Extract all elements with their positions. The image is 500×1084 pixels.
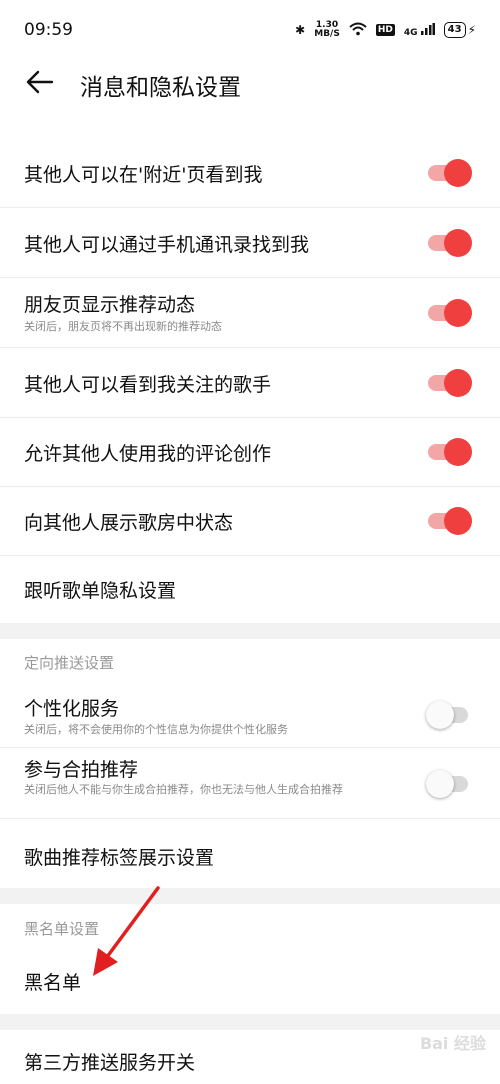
wifi-icon bbox=[349, 22, 367, 39]
setting-label: 第三方推送服务开关 bbox=[24, 1052, 196, 1074]
setting-sublabel: 关闭后他人不能与你生成合拍推荐，你也无法与他人生成合拍推荐 bbox=[24, 783, 343, 796]
toggle-switch-off[interactable] bbox=[426, 770, 472, 798]
setting-label: 黑名单 bbox=[24, 972, 82, 994]
battery-icon: 43 ⚡ bbox=[443, 22, 476, 38]
network-speed: 1.30 MB/S bbox=[314, 20, 340, 39]
setting-label: 个性化服务 bbox=[24, 698, 120, 720]
status-bar: 09:59 ✱ 1.30 MB/S HD 4G 43 ⚡ bbox=[0, 0, 500, 60]
setting-label: 跟听歌单隐私设置 bbox=[24, 580, 177, 602]
setting-row-friend-feed[interactable]: 朋友页显示推荐动态 关闭后，朋友页将不再出现新的推荐动态 bbox=[0, 278, 500, 348]
setting-sublabel: 关闭后，将不会使用你的个性信息为你提供个性化服务 bbox=[24, 723, 288, 736]
charging-icon: ⚡ bbox=[467, 23, 476, 37]
hd-icon: HD bbox=[375, 24, 395, 36]
scrolled-section-label bbox=[24, 104, 119, 118]
section-divider bbox=[0, 888, 500, 904]
setting-row-playlist-privacy[interactable]: 跟听歌单隐私设置 bbox=[0, 556, 500, 624]
toggle-switch-on[interactable] bbox=[428, 159, 472, 187]
setting-sublabel: 关闭后，朋友页将不再出现新的推荐动态 bbox=[24, 320, 222, 333]
setting-label: 其他人可以通过手机通讯录找到我 bbox=[24, 234, 310, 256]
toggle-switch-on[interactable] bbox=[428, 369, 472, 397]
app-bar: 消息和隐私设置 bbox=[0, 60, 500, 108]
privacy-settings-list: 其他人可以在'附近'页看到我 其他人可以通过手机通讯录找到我 朋友页显示推荐动态… bbox=[0, 138, 500, 624]
section-header-push: 定向推送设置 bbox=[24, 654, 115, 672]
divider bbox=[0, 818, 500, 819]
watermark: Bai 经验 bbox=[419, 1034, 486, 1053]
setting-label: 参与合拍推荐 bbox=[24, 759, 139, 781]
status-icons: ✱ 1.30 MB/S HD 4G 43 ⚡ bbox=[295, 21, 476, 39]
setting-label: 其他人可以在'附近'页看到我 bbox=[24, 164, 263, 186]
setting-label: 歌曲推荐标签展示设置 bbox=[24, 847, 215, 869]
setting-row-karaoke-status[interactable]: 向其他人展示歌房中状态 bbox=[0, 487, 500, 556]
toggle-switch-on[interactable] bbox=[428, 507, 472, 535]
setting-label: 其他人可以看到我关注的歌手 bbox=[24, 374, 272, 396]
setting-label: 朋友页显示推荐动态 bbox=[24, 294, 196, 316]
toggle-switch-on[interactable] bbox=[428, 438, 472, 466]
page-title: 消息和隐私设置 bbox=[80, 75, 241, 101]
section-header-blacklist: 黑名单设置 bbox=[24, 920, 100, 938]
setting-row-nearby[interactable]: 其他人可以在'附近'页看到我 bbox=[0, 138, 500, 208]
status-time: 09:59 bbox=[24, 20, 73, 40]
bluetooth-icon: ✱ bbox=[295, 23, 306, 37]
setting-label: 向其他人展示歌房中状态 bbox=[24, 512, 234, 534]
back-arrow-icon[interactable] bbox=[24, 66, 56, 98]
signal-icon: 4G bbox=[404, 22, 435, 38]
setting-label: 允许其他人使用我的评论创作 bbox=[24, 443, 272, 465]
toggle-switch-on[interactable] bbox=[428, 229, 472, 257]
toggle-switch-off[interactable] bbox=[426, 701, 472, 729]
toggle-switch-on[interactable] bbox=[428, 299, 472, 327]
setting-row-contacts[interactable]: 其他人可以通过手机通讯录找到我 bbox=[0, 208, 500, 278]
section-divider bbox=[0, 1014, 500, 1030]
section-divider bbox=[0, 623, 500, 639]
divider bbox=[0, 747, 500, 748]
setting-row-comment-creation[interactable]: 允许其他人使用我的评论创作 bbox=[0, 418, 500, 487]
setting-row-followed-singers[interactable]: 其他人可以看到我关注的歌手 bbox=[0, 348, 500, 418]
